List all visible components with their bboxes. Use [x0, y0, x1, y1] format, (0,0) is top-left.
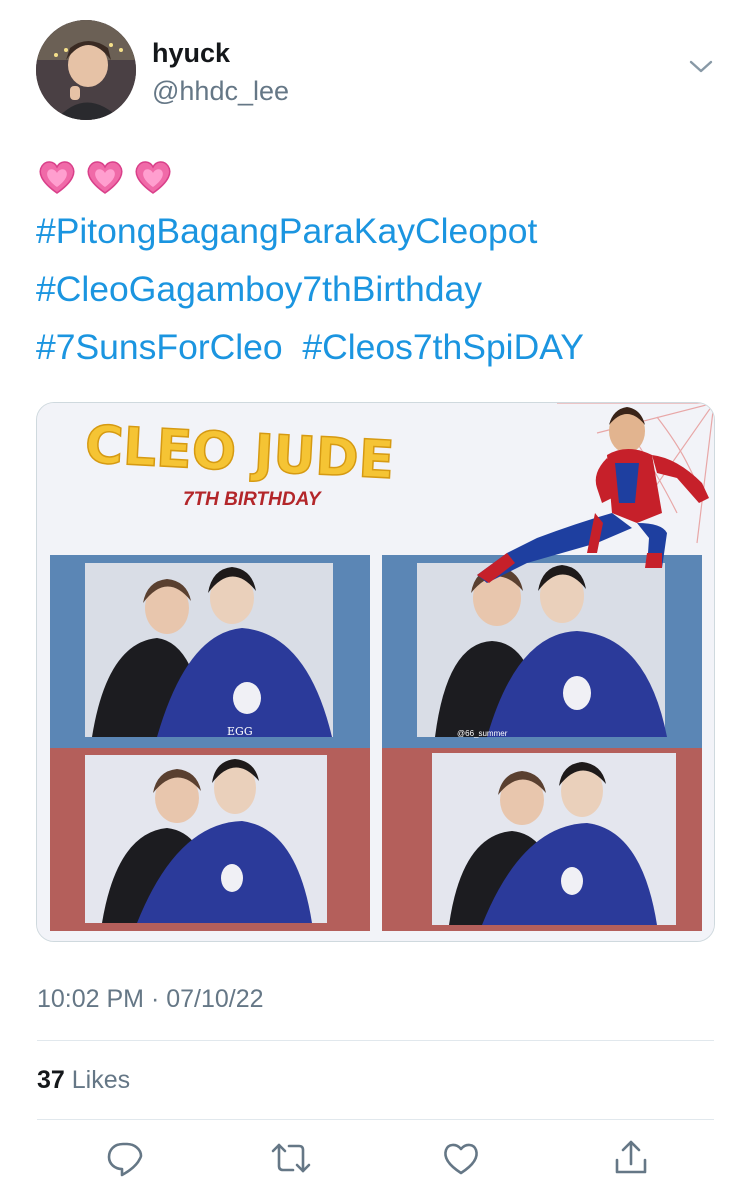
- user-handle[interactable]: @hhdc_lee: [152, 76, 289, 107]
- likes-number: 37: [37, 1066, 65, 1094]
- card-subtitle: 7TH BIRTHDAY: [183, 489, 323, 510]
- heart-icon: [36, 156, 78, 198]
- photo-4: [432, 753, 676, 925]
- tweet-media[interactable]: CLEO JUDE 7TH BIRTHDAY EGG @66_summer: [36, 402, 715, 942]
- chevron-down-icon[interactable]: [688, 58, 714, 76]
- display-name[interactable]: hyuck: [152, 38, 230, 69]
- tweet-header: hyuck @hhdc_lee: [36, 20, 716, 124]
- shirt-text: EGG: [227, 725, 253, 738]
- hashtag-link[interactable]: #Cleos7thSpiDAY: [302, 327, 584, 367]
- birthday-collage-image: CLEO JUDE 7TH BIRTHDAY EGG @66_summer: [37, 403, 714, 941]
- action-bar: [37, 1136, 714, 1186]
- photo-2: @66_summer: [417, 563, 667, 738]
- heart-icon: [132, 156, 174, 198]
- watermark-text: @66_summer: [457, 729, 508, 738]
- likes-label: Likes: [71, 1066, 131, 1094]
- likes-count[interactable]: 37 Likes: [37, 1066, 130, 1095]
- avatar[interactable]: [36, 20, 136, 120]
- emoji-row: [36, 152, 716, 202]
- tweet-timestamp[interactable]: 10:02 PM · 07/10/22: [37, 985, 264, 1014]
- share-icon[interactable]: [609, 1136, 653, 1180]
- photo-3: [85, 755, 327, 923]
- heart-icon: [84, 156, 126, 198]
- divider: [37, 1119, 714, 1120]
- reply-icon[interactable]: [103, 1136, 147, 1180]
- divider: [37, 1040, 714, 1041]
- tweet-text: #PitongBagangParaKayCleopot #CleoGagambo…: [36, 152, 716, 376]
- retweet-icon[interactable]: [269, 1136, 313, 1180]
- hashtag-link[interactable]: #CleoGagamboy7thBirthday: [36, 269, 482, 309]
- like-icon[interactable]: [439, 1136, 483, 1180]
- hashtag-link[interactable]: #7SunsForCleo: [36, 327, 283, 367]
- photo-1: EGG: [85, 563, 333, 738]
- hashtag-link[interactable]: #PitongBagangParaKayCleopot: [36, 211, 537, 251]
